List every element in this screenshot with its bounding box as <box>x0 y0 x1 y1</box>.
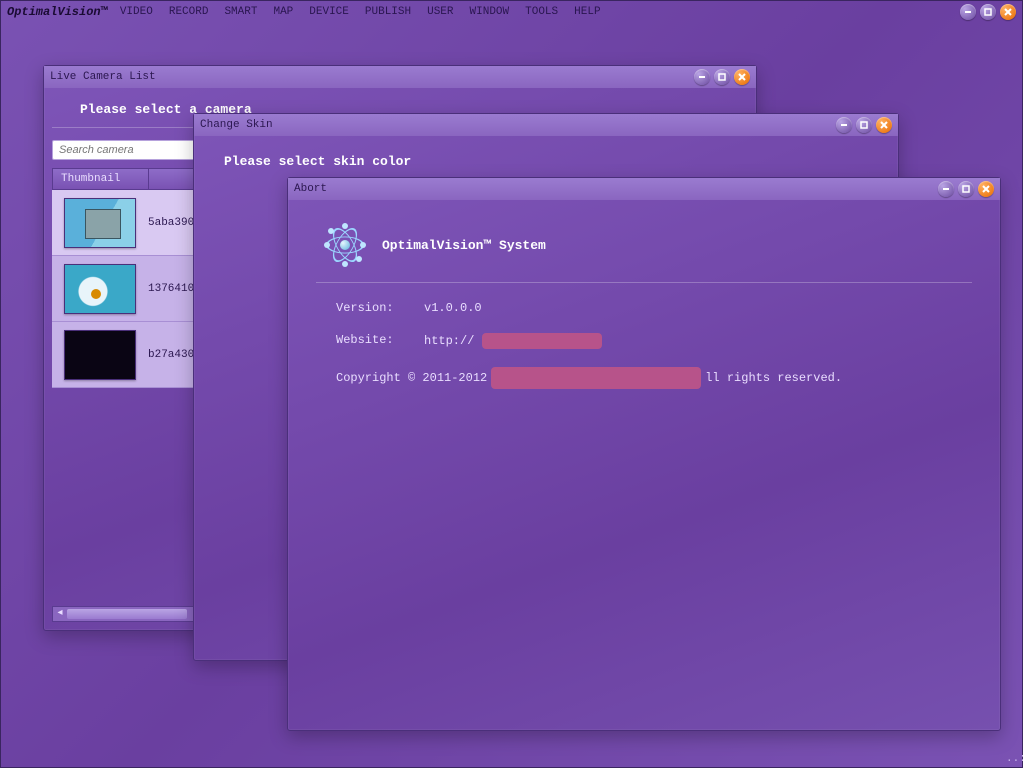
menu-help[interactable]: HELP <box>574 6 600 18</box>
menu-smart[interactable]: SMART <box>224 6 257 18</box>
menu-window[interactable]: WINDOW <box>470 6 510 18</box>
redacted-text <box>491 367 701 389</box>
menu-publish[interactable]: PUBLISH <box>365 6 411 18</box>
menu-video[interactable]: VIDEO <box>120 6 153 18</box>
app-minimize-button[interactable] <box>960 4 976 20</box>
camera-name: 5aba390 <box>148 217 194 229</box>
camera-name: b27a430 <box>148 349 194 361</box>
divider <box>316 282 972 283</box>
website-value[interactable]: http:// <box>424 333 602 349</box>
live-maximize-button[interactable] <box>714 69 730 85</box>
app-maximize-button[interactable] <box>980 4 996 20</box>
abort-minimize-button[interactable] <box>938 181 954 197</box>
redacted-text <box>482 333 602 349</box>
website-prefix: http:// <box>424 334 474 348</box>
skin-close-button[interactable] <box>876 117 892 133</box>
abort-title: Abort <box>294 183 327 195</box>
app-brand: OptimalVision™ <box>7 5 108 19</box>
copyright-prefix: Copyright © 2011-2012 <box>336 371 487 385</box>
version-label: Version: <box>336 301 406 315</box>
scroll-handle[interactable] <box>67 609 187 619</box>
menu-tools[interactable]: TOOLS <box>525 6 558 18</box>
skin-maximize-button[interactable] <box>856 117 872 133</box>
skin-heading: Please select skin color <box>194 136 898 181</box>
menu-device[interactable]: DEVICE <box>309 6 349 18</box>
skin-minimize-button[interactable] <box>836 117 852 133</box>
camera-thumbnail-icon <box>64 330 136 380</box>
camera-name: 1376410 <box>148 283 194 295</box>
live-camera-titlebar[interactable]: Live Camera List <box>44 66 756 88</box>
camera-thumbnail-icon <box>64 264 136 314</box>
copyright-suffix: ll rights reserved. <box>705 371 842 385</box>
live-camera-title: Live Camera List <box>50 71 156 83</box>
menu-user[interactable]: USER <box>427 6 453 18</box>
abort-titlebar[interactable]: Abort <box>288 178 1000 200</box>
atom-logo-icon <box>324 224 366 266</box>
abort-maximize-button[interactable] <box>958 181 974 197</box>
resize-grip-icon[interactable]: ..:​ <box>1006 753 1020 767</box>
skin-title: Change Skin <box>200 119 273 131</box>
system-title: OptimalVision™ System <box>382 238 546 253</box>
website-label: Website: <box>336 333 406 349</box>
skin-titlebar[interactable]: Change Skin <box>194 114 898 136</box>
scroll-left-icon[interactable]: ◂ <box>53 607 67 621</box>
menu-record[interactable]: RECORD <box>169 6 209 18</box>
live-close-button[interactable] <box>734 69 750 85</box>
live-minimize-button[interactable] <box>694 69 710 85</box>
copyright-line: Copyright © 2011-2012 ll rights reserved… <box>336 367 972 389</box>
search-input[interactable] <box>52 140 200 160</box>
app-close-button[interactable] <box>1000 4 1016 20</box>
abort-window: Abort OptimalVision™ System Version: v1.… <box>287 177 1001 731</box>
col-thumbnail[interactable]: Thumbnail <box>53 169 149 189</box>
menu-map[interactable]: MAP <box>273 6 293 18</box>
camera-thumbnail-icon <box>64 198 136 248</box>
abort-close-button[interactable] <box>978 181 994 197</box>
app-titlebar: OptimalVision™ VIDEO RECORD SMART MAP DE… <box>1 1 1022 23</box>
main-menu: VIDEO RECORD SMART MAP DEVICE PUBLISH US… <box>120 6 601 18</box>
version-value: v1.0.0.0 <box>424 301 482 315</box>
